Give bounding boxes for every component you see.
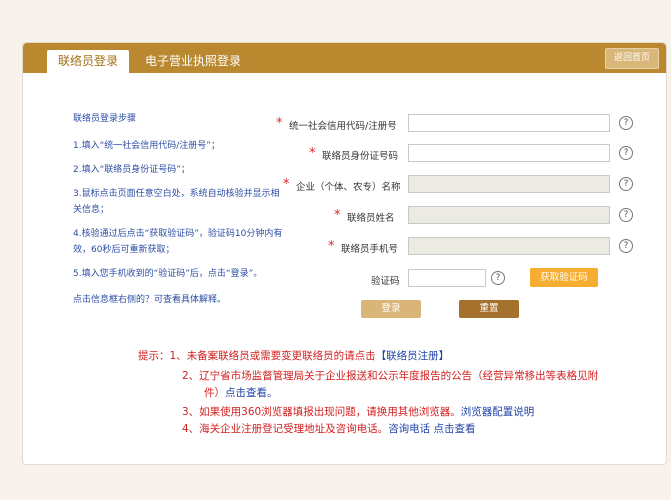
- login-panel: 联络员登录 电子营业执照登录 返回首页 联络员登录步骤 1.填入“统一社会信用代…: [22, 42, 667, 465]
- required-star: *: [328, 239, 335, 254]
- liaison-name-label: 联络员姓名: [347, 213, 395, 224]
- credit-code-input[interactable]: [408, 114, 610, 132]
- help-icon[interactable]: ?: [619, 116, 633, 130]
- required-star: *: [276, 116, 283, 131]
- required-star: *: [283, 177, 290, 192]
- get-captcha-button[interactable]: 获取验证码: [530, 268, 598, 287]
- tip-line-4: 4、海关企业注册登记受理地址及咨询电话。咨询电话 点击查看: [182, 421, 476, 436]
- tip-line-2: 2、辽宁省市场监督管理局关于企业报送和公示年度报告的公告（经营异常移出等表格见附: [182, 370, 599, 382]
- help-icon[interactable]: ?: [491, 271, 505, 285]
- required-star: *: [309, 146, 316, 161]
- login-button[interactable]: 登录: [361, 300, 421, 318]
- tip-line-3: 3、如果使用360浏览器填报出现问题，请换用其他浏览器。浏览器配置说明: [182, 404, 534, 419]
- tip-line-1: 提示：1、未备案联络员或需要变更联络员的请点击【联络员注册】: [138, 348, 449, 363]
- tip-text: 4、海关企业注册登记受理地址及咨询电话。: [182, 423, 389, 435]
- help-icon[interactable]: ?: [619, 177, 633, 191]
- browser-config-link[interactable]: 浏览器配置说明: [461, 406, 535, 418]
- step-item: 2.填入“联络员身份证号码”；: [73, 165, 190, 175]
- reset-button[interactable]: 重置: [459, 300, 519, 318]
- captcha-input[interactable]: [408, 269, 486, 287]
- captcha-label: 验证码: [371, 276, 400, 287]
- steps-title: 联络员登录步骤: [73, 114, 137, 124]
- company-name-label: 企业（个体、农专）名称: [296, 182, 401, 193]
- panel-header: 联络员登录 电子营业执照登录 返回首页: [23, 43, 666, 73]
- steps-note: 点击信息框右侧的？可查看具体解释。: [73, 295, 227, 305]
- step-item: 3.鼠标点击页面任意空白处，系统自动核验并显示相关信息；: [73, 189, 280, 215]
- tip-text: 3、如果使用360浏览器填报出现问题，请换用其他浏览器。: [182, 406, 461, 418]
- required-star: *: [334, 208, 341, 223]
- help-icon[interactable]: ?: [619, 146, 633, 160]
- id-number-label: 联络员身份证号码: [322, 151, 399, 162]
- login-steps: 联络员登录步骤 1.填入“统一社会信用代码/注册号”； 2.填入“联络员身份证号…: [73, 111, 283, 305]
- tab-e-license-login[interactable]: 电子营业执照登录: [145, 50, 241, 73]
- liaison-register-link[interactable]: 【联络员注册】: [376, 350, 450, 362]
- consult-phone-link[interactable]: 咨询电话 点击查看: [388, 423, 475, 435]
- tip-line-2b: 件）点击查看。: [204, 385, 278, 400]
- tip-text: 提示：1、未备案联络员或需要变更联络员的请点击: [138, 350, 376, 362]
- step-item: 5.填入您手机收到的“验证码”后，点击“登录”。: [73, 269, 263, 279]
- step-item: 1.填入“统一社会信用代码/注册号”；: [73, 141, 220, 151]
- help-icon[interactable]: ?: [619, 208, 633, 222]
- tip-text: 件）: [204, 387, 225, 399]
- back-home-button[interactable]: 返回首页: [605, 48, 659, 69]
- company-name-input: [408, 175, 610, 193]
- tab-liaison-login[interactable]: 联络员登录: [47, 50, 129, 73]
- id-number-input[interactable]: [408, 144, 610, 162]
- liaison-phone-input: [408, 237, 610, 255]
- help-icon[interactable]: ?: [619, 239, 633, 253]
- liaison-name-input: [408, 206, 610, 224]
- liaison-phone-label: 联络员手机号: [341, 244, 399, 255]
- view-attachment-link[interactable]: 点击查看。: [225, 387, 278, 399]
- credit-code-label: 统一社会信用代码/注册号: [289, 121, 397, 132]
- step-item: 4.核验通过后点击“获取验证码”，验证码10分钟内有效，60秒后可重新获取；: [73, 229, 283, 255]
